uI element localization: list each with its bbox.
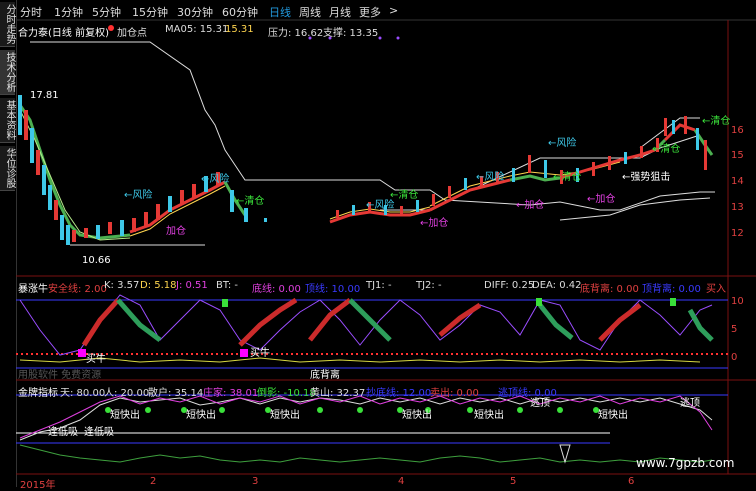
clear-annotation-5: ←清仓 (702, 116, 731, 127)
risk-annotation-2: ←风险 (201, 174, 230, 185)
top-escape-2: 逃顶 (680, 398, 700, 409)
short-out-4: 短快出 (402, 410, 432, 421)
clear-annotation-2: ←清仓 (390, 190, 419, 201)
add-annotation-4: ←加仓 (587, 194, 616, 205)
risk-annotation-4: ←风险 (476, 172, 505, 183)
ma05-value: 15.31 (225, 24, 254, 35)
time-axis-2015: 2015年 (20, 480, 56, 491)
short-out-3: 短快出 (270, 410, 300, 421)
sub1-bottom: 底线: 0.00 (252, 284, 301, 295)
short-out-1: 短快出 (110, 410, 140, 421)
clear-annotation-3: ←清仓 (553, 172, 582, 183)
sub1-dea: DEA: 0.42 (532, 280, 582, 291)
sub2-daoying: 倒影: -10.18 (257, 388, 316, 399)
time-axis-jun: 6 (628, 476, 635, 487)
ma05-label: MA05: 15.31 (165, 24, 229, 35)
short-out-6: 短快出 (598, 410, 628, 421)
add-annotation-2: ←加仓 (420, 218, 449, 229)
sub1-tj2: TJ2: - (416, 280, 442, 291)
stock-title: 合力泰(日线 前复权) (18, 28, 109, 39)
sub1-title: 暴涨牛 (18, 284, 48, 295)
sub1-watermark: 用股软件 免费资源 (18, 370, 102, 381)
sub2-maichu: 卖出: 0.00 (430, 388, 479, 399)
sub1-safe: 安全线: 2.00 (48, 284, 107, 295)
price-axis-12: 12 (731, 228, 744, 239)
sub2-zhuangjia: 庄家: 38.01 (203, 388, 259, 399)
sub1-axis-5: 5 (731, 324, 738, 335)
sub1-buy: 买入 (706, 284, 726, 295)
price-axis-16: 16 (731, 125, 744, 136)
price-axis-15: 15 (731, 150, 744, 161)
price-axis-13: 13 (731, 202, 744, 213)
sub1-bt: BT: - (216, 280, 239, 291)
sub2-huangshan: 黄山: 32.37 (310, 388, 366, 399)
time-axis-may: 5 (510, 476, 517, 487)
sub1-axis-10: 10 (731, 296, 744, 307)
low-buy-label: 逢低吸 (48, 427, 78, 438)
sub1-k: K: 3.57 (104, 280, 140, 291)
high-price-label: 17.81 (30, 90, 59, 101)
sub1-bottom-div: 底背离: 0.00 (580, 284, 639, 295)
short-out-5: 短快出 (474, 410, 504, 421)
buy-bull-label-2: 买牛 (250, 348, 270, 359)
add-annotation-1: 加仓 (166, 226, 186, 237)
bottom-div-label: 底背离 (310, 370, 340, 381)
price-axis-14: 14 (731, 176, 744, 187)
support-label: 支撑: 13.35 (323, 28, 379, 39)
sub2-ren: 人: 20.00 (104, 388, 150, 399)
top-escape-1: 逃顶 (530, 398, 550, 409)
sub1-top: 顶线: 10.00 (305, 284, 361, 295)
sub1-diff: DIFF: 0.25 (484, 280, 535, 291)
clear-annotation-1: ←清仓 (236, 196, 265, 207)
clear-annotation-4: ←清仓 (652, 144, 681, 155)
low-price-label: 10.66 (82, 255, 111, 266)
sub2-sanhu: 散户: 35.14 (148, 388, 204, 399)
risk-annotation-1: ←风险 (124, 190, 153, 201)
add-point-label: 加仓点 (117, 28, 147, 39)
add-point-icon (108, 25, 114, 31)
sub1-j: J: 0.51 (176, 280, 208, 291)
strong-annotation: ←强势狙击 (622, 172, 671, 183)
pressure-label: 压力: 16.62 (268, 28, 324, 39)
sub2-chaodie: 抄底线: 12.00 (366, 388, 432, 399)
time-axis-feb: 2 (150, 476, 157, 487)
buy-bull-label-1: 买牛 (86, 354, 106, 365)
sub1-d: D: 5.18 (140, 280, 177, 291)
sub1-top-div: 顶背离: 0.00 (642, 284, 701, 295)
sub2-tian: 天: 80.00 (60, 388, 106, 399)
candlesticks (18, 95, 707, 245)
low-buy-label-2: 逢低吸 (84, 427, 114, 438)
add-annotation-3: ←加仓 (516, 200, 545, 211)
time-axis-apr: 4 (398, 476, 405, 487)
footer-watermark: www.7gpzb.com (636, 456, 735, 470)
sub1-axis-0: 0 (731, 352, 738, 363)
risk-annotation-5: ←风险 (548, 138, 577, 149)
sub2-title: 金牌指标 (18, 388, 58, 399)
time-axis-mar: 3 (252, 476, 259, 487)
sub1-tj1: TJ1: - (366, 280, 392, 291)
short-out-2: 短快出 (186, 410, 216, 421)
